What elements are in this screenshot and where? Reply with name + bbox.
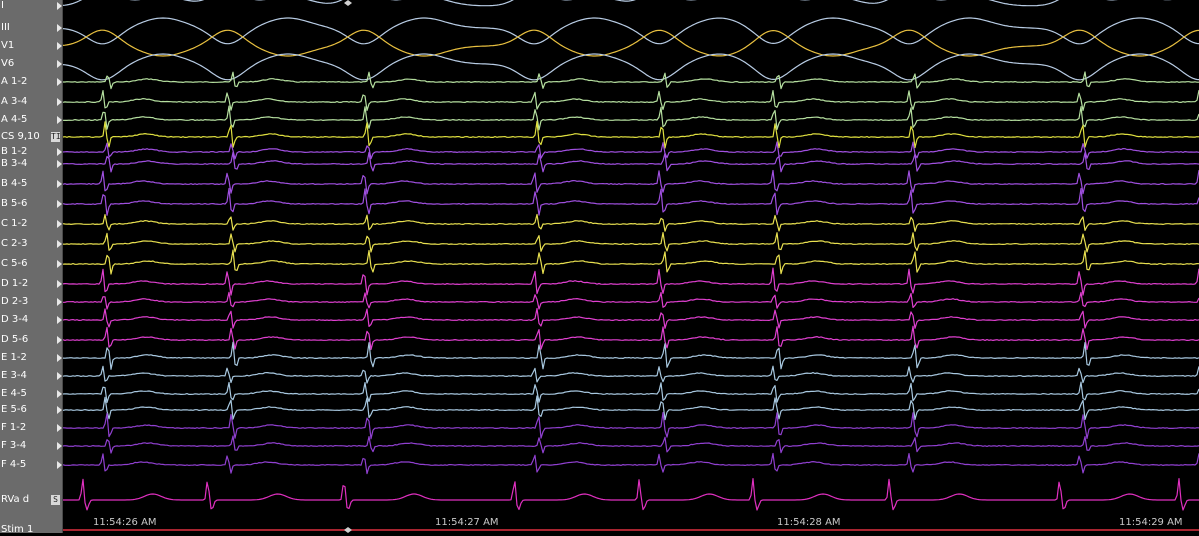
channel-arrow-icon[interactable] (57, 424, 62, 432)
trace-i (63, 0, 1172, 7)
channel-label-f-1-2[interactable]: F 1-2 (1, 422, 26, 434)
trace-a-1-2 (63, 71, 1199, 90)
channel-label-v6[interactable]: V6 (1, 58, 14, 70)
channel-label-d-5-6[interactable]: D 5-6 (1, 334, 28, 346)
channel-label-sidebar: I III V1 V6 A 1-2 A 3-4 A 4-5 CS 9,10 TI B 1-2 B 3… (0, 0, 63, 536)
trace-f-4-5 (63, 452, 1199, 475)
channel-arrow-icon[interactable] (57, 372, 62, 380)
ep-recording-window: I III V1 V6 A 1-2 A 3-4 A 4-5 CS 9,10 TI B 1-2 B 3… (0, 0, 1199, 536)
channel-arrow-icon[interactable] (57, 160, 62, 168)
channel-arrow-icon[interactable] (57, 336, 62, 344)
channel-arrow-icon[interactable] (57, 298, 62, 306)
trace-rva-d (63, 478, 1199, 511)
channel-label-d-3-4[interactable]: D 3-4 (1, 314, 28, 326)
time-label: 11:54:28 AM (777, 517, 841, 528)
channel-arrow-icon[interactable] (57, 461, 62, 469)
channel-label-e-5-6[interactable]: E 5-6 (1, 404, 27, 416)
signal-plot-area[interactable]: 11:54:26 AM 11:54:27 AM 11:54:28 AM 11:54:2… (63, 0, 1199, 533)
channel-label-d-2-3[interactable]: D 2-3 (1, 296, 28, 308)
channel-arrow-icon[interactable] (57, 60, 62, 68)
channel-arrow-icon[interactable] (57, 316, 62, 324)
time-label: 11:54:29 AM (1119, 517, 1183, 528)
channel-label-iii[interactable]: III (1, 22, 10, 34)
channel-label-c-1-2[interactable]: C 1-2 (1, 218, 28, 230)
trace-e-1-2 (63, 341, 1199, 370)
channel-arrow-icon[interactable] (57, 442, 62, 450)
time-label: 11:54:26 AM (93, 517, 157, 528)
trace-b-5-6 (63, 187, 1199, 216)
trace-c-1-2 (63, 213, 1199, 232)
channel-label-a-1-2[interactable]: A 1-2 (1, 76, 27, 88)
channel-label-d-1-2[interactable]: D 1-2 (1, 278, 28, 290)
channel-arrow-icon[interactable] (57, 220, 62, 228)
trace-a-3-4 (63, 89, 1199, 112)
channel-arrow-icon[interactable] (57, 2, 62, 10)
channel-label-e-4-5[interactable]: E 4-5 (1, 388, 27, 400)
channel-label-c-2-3[interactable]: C 2-3 (1, 238, 28, 250)
channel-badge-rva-d[interactable]: S (51, 495, 60, 505)
waveform-canvas[interactable]: 11:54:26 AM 11:54:27 AM 11:54:28 AM 11:54:2… (63, 0, 1199, 533)
channel-label-b-1-2[interactable]: B 1-2 (1, 146, 27, 158)
channel-label-cs-9-10[interactable]: CS 9,10 (1, 131, 40, 143)
trace-b-3-4 (63, 151, 1199, 173)
channel-arrow-icon[interactable] (57, 116, 62, 124)
channel-arrow-icon[interactable] (57, 42, 62, 50)
trace-f-3-4 (63, 435, 1199, 454)
channel-label-a-3-4[interactable]: A 3-4 (1, 96, 27, 108)
channel-label-stim-1[interactable]: Stim 1 (1, 524, 33, 536)
trace-e-4-5 (63, 381, 1199, 404)
channel-label-e-1-2[interactable]: E 1-2 (1, 352, 27, 364)
channel-label-f-3-4[interactable]: F 3-4 (1, 440, 26, 452)
trace-d-2-3 (63, 291, 1199, 310)
channel-arrow-icon[interactable] (57, 24, 62, 32)
channel-arrow-icon[interactable] (57, 148, 62, 156)
channel-label-c-5-6[interactable]: C 5-6 (1, 258, 28, 270)
channel-arrow-icon[interactable] (57, 260, 62, 268)
trace-b-4-5 (63, 169, 1199, 195)
channel-arrow-icon[interactable] (57, 180, 62, 188)
channel-label-f-4-5[interactable]: F 4-5 (1, 459, 26, 471)
trace-c-5-6 (63, 249, 1199, 275)
trace-d-3-4 (63, 307, 1199, 329)
channel-arrow-icon[interactable] (57, 390, 62, 398)
channel-label-b-3-4[interactable]: B 3-4 (1, 158, 27, 170)
channel-arrow-icon[interactable] (57, 280, 62, 288)
channel-label-e-3-4[interactable]: E 3-4 (1, 370, 27, 382)
channel-label-rva-d[interactable]: RVa d (1, 494, 29, 506)
channel-arrow-icon[interactable] (57, 200, 62, 208)
time-label: 11:54:27 AM (435, 517, 499, 528)
channel-label-i[interactable]: I (1, 0, 4, 12)
channel-label-b-5-6[interactable]: B 5-6 (1, 198, 27, 210)
bottom-cursor-handle[interactable] (344, 527, 352, 533)
channel-arrow-icon[interactable] (57, 98, 62, 106)
channel-label-v1[interactable]: V1 (1, 40, 14, 52)
channel-badge-cs-9-10[interactable]: TI (51, 132, 61, 142)
channel-label-a-4-5[interactable]: A 4-5 (1, 114, 27, 126)
trace-a-4-5 (63, 105, 1199, 131)
channel-arrow-icon[interactable] (57, 406, 62, 414)
trace-c-2-3 (63, 232, 1199, 253)
channel-arrow-icon[interactable] (57, 240, 62, 248)
channel-arrow-icon[interactable] (57, 354, 62, 362)
trace-e-3-4 (63, 365, 1199, 384)
channel-label-b-4-5[interactable]: B 4-5 (1, 178, 27, 190)
trace-d-1-2 (63, 267, 1199, 296)
top-cursor-handle[interactable] (344, 0, 352, 6)
channel-arrow-icon[interactable] (57, 78, 62, 86)
